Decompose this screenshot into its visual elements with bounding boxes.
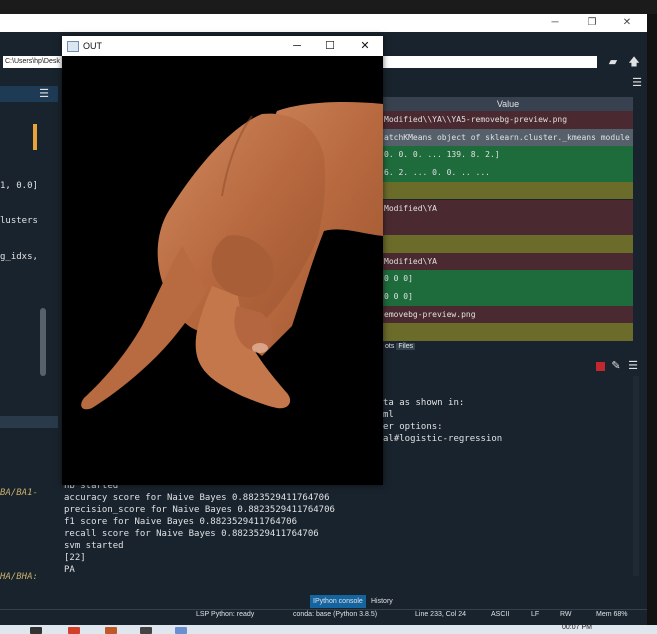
taskbar-app-icon[interactable] bbox=[105, 627, 117, 634]
variable-explorer-tabs: ots Files bbox=[383, 340, 633, 352]
variable-row[interactable]: emovebg-preview.png bbox=[383, 305, 633, 324]
screen-border bbox=[647, 14, 657, 634]
variable-row[interactable]: Modified\YA bbox=[383, 199, 633, 218]
variable-row[interactable]: atchKMeans object of sklearn.cluster._km… bbox=[383, 128, 633, 147]
variable-value: 0. 0. 0. ... 139. 8. 2.] bbox=[384, 150, 500, 160]
console-line: f1 score for Naive Bayes 0.8823529411764… bbox=[64, 517, 297, 527]
window-app-icon bbox=[67, 41, 79, 52]
stop-icon[interactable] bbox=[596, 362, 605, 371]
variable-row[interactable]: 0. 0. 0. ... 139. 8. 2.] bbox=[383, 146, 633, 165]
editor-code-line: lusters bbox=[0, 216, 38, 226]
variable-value: 0 0 0] bbox=[384, 274, 413, 284]
console-line: recall score for Naive Bayes 0.882352941… bbox=[64, 529, 319, 539]
editor-warning-marker bbox=[33, 124, 37, 150]
editor-scrollbar[interactable] bbox=[40, 308, 46, 376]
variable-value: emovebg-preview.png bbox=[384, 309, 476, 319]
console-menu-icon[interactable]: ☰ bbox=[627, 359, 639, 373]
lsp-status: LSP Python: ready bbox=[196, 611, 255, 618]
variable-value: Modified\YA bbox=[384, 203, 437, 213]
hand-image bbox=[81, 102, 383, 410]
variable-value bbox=[383, 186, 384, 195]
tab-ipython-console[interactable]: IPython console bbox=[310, 595, 366, 608]
variable-value: atchKMeans object of sklearn.cluster._km… bbox=[384, 132, 630, 142]
out-close-button[interactable]: ✕ bbox=[353, 36, 377, 56]
variable-value bbox=[383, 221, 384, 230]
editor-code-line: 1, 0.0] bbox=[0, 181, 38, 191]
editor-code-line: BA/BA1- bbox=[0, 488, 38, 498]
editor-pane bbox=[0, 86, 58, 593]
editor-code-line: g_idxs, bbox=[0, 252, 38, 262]
conda-status: conda: base (Python 3.8.5) bbox=[293, 611, 378, 618]
eraser-icon[interactable]: ✎ bbox=[610, 359, 622, 373]
variable-value bbox=[383, 239, 384, 248]
tab-plots[interactable]: ots bbox=[383, 343, 396, 350]
console-line: PA bbox=[64, 565, 75, 575]
console-line: precision_score for Naive Bayes 0.882352… bbox=[64, 505, 335, 515]
eol-status: LF bbox=[531, 611, 540, 618]
tab-files[interactable]: Files bbox=[396, 343, 416, 350]
spyder-close-button[interactable]: ✕ bbox=[616, 14, 638, 32]
console-scrollbar[interactable] bbox=[633, 376, 639, 576]
editor-menu-icon[interactable]: ☰ bbox=[37, 87, 51, 101]
variable-value bbox=[383, 327, 384, 336]
taskbar-app-icon[interactable] bbox=[175, 627, 187, 634]
variable-explorer-value-header[interactable]: Value bbox=[383, 97, 633, 111]
console-line: [22] bbox=[64, 553, 86, 563]
folder-open-icon[interactable]: ▰ bbox=[606, 55, 620, 69]
console-text: ta as shown in: bbox=[383, 398, 465, 408]
out-window-title: OUT bbox=[83, 41, 102, 51]
variable-row[interactable]: Modified\YA bbox=[383, 252, 633, 271]
variable-row[interactable] bbox=[383, 217, 633, 235]
variable-value: Modified\YA bbox=[384, 256, 437, 266]
encoding-status: ASCII bbox=[491, 611, 510, 618]
console-text: er options: bbox=[383, 422, 443, 432]
memory-status: Mem 68% bbox=[596, 611, 628, 618]
variable-row[interactable] bbox=[383, 234, 633, 253]
taskbar bbox=[0, 625, 657, 634]
top-strip bbox=[0, 0, 657, 14]
variable-row[interactable]: 6. 2. ... 0. 0. .. ... bbox=[383, 164, 633, 182]
variable-row[interactable]: Modified\\YA\\YA5-removebg-preview.png bbox=[383, 111, 633, 129]
console-text: al#logistic-regression bbox=[383, 434, 503, 444]
console-text: ml bbox=[383, 410, 394, 420]
console-line: svm started bbox=[64, 541, 124, 551]
editor-code-line: HA/BHA: bbox=[0, 572, 38, 582]
editor-current-line bbox=[0, 416, 58, 428]
pane-menu-icon[interactable]: ☰ bbox=[630, 76, 644, 90]
taskbar-app-icon[interactable] bbox=[68, 627, 80, 634]
permissions-status: RW bbox=[560, 611, 572, 618]
variable-row[interactable] bbox=[383, 323, 633, 342]
cursor-position: Line 233, Col 24 bbox=[415, 611, 466, 618]
taskbar-app-icon[interactable] bbox=[30, 627, 42, 634]
variable-row[interactable]: 0 0 0] bbox=[383, 270, 633, 288]
out-minimize-button[interactable]: ─ bbox=[285, 36, 309, 56]
arrow-up-icon[interactable]: 🡅 bbox=[627, 55, 641, 69]
console-line: accuracy score for Naive Bayes 0.8823529… bbox=[64, 493, 330, 503]
spyder-maximize-button[interactable]: ❐ bbox=[581, 14, 603, 32]
taskbar-app-icon[interactable] bbox=[140, 627, 152, 634]
variable-row[interactable] bbox=[383, 181, 633, 200]
variable-value: Modified\\YA\\YA5-removebg-preview.png bbox=[384, 115, 568, 124]
variable-row[interactable]: 0 0 0] bbox=[383, 288, 633, 306]
working-directory-field-right[interactable] bbox=[382, 56, 597, 68]
variable-value: 0 0 0] bbox=[384, 292, 413, 301]
variable-value: 6. 2. ... 0. 0. .. ... bbox=[384, 168, 490, 178]
spyder-minimize-button[interactable]: ─ bbox=[544, 14, 566, 32]
clock: 00:07 PM bbox=[562, 624, 592, 631]
out-maximize-button[interactable]: ☐ bbox=[318, 36, 342, 56]
tab-history[interactable]: History bbox=[368, 595, 396, 608]
